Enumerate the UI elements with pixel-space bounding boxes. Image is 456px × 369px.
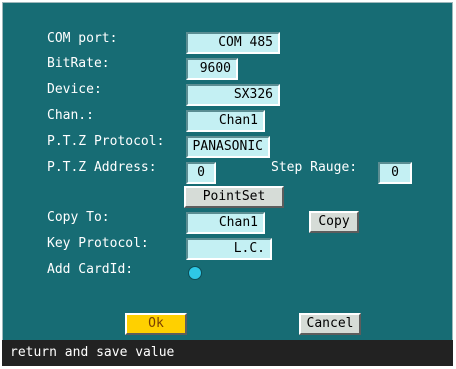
chan-label: Chan.: xyxy=(47,108,94,123)
cancel-button[interactable]: Cancel xyxy=(299,313,361,335)
key-protocol-field[interactable]: L.C. xyxy=(186,238,272,260)
copy-to-label: Copy To: xyxy=(47,210,110,225)
com-port-label: COM port: xyxy=(47,31,118,46)
status-bar: return and save value xyxy=(2,340,453,366)
device-label: Device: xyxy=(47,82,102,97)
settings-dialog: COM port: COM 485 BitRate: 9600 Device: … xyxy=(2,2,453,366)
bitrate-label: BitRate: xyxy=(47,56,110,71)
copy-button[interactable]: Copy xyxy=(309,211,359,233)
ptz-address-field[interactable]: 0 xyxy=(186,162,216,184)
bitrate-field[interactable]: 9600 xyxy=(186,58,238,80)
key-protocol-label: Key Protocol: xyxy=(47,236,149,251)
ptz-address-label: P.T.Z Address: xyxy=(47,160,157,175)
add-cardid-radio[interactable] xyxy=(188,266,202,280)
device-field[interactable]: SX326 xyxy=(186,84,280,106)
ptz-protocol-field[interactable]: PANASONIC xyxy=(186,136,270,158)
step-range-label: Step Rauge: xyxy=(271,160,358,175)
com-port-field[interactable]: COM 485 xyxy=(186,32,280,54)
ptz-protocol-label: P.T.Z Protocol: xyxy=(47,134,165,149)
pointset-button[interactable]: PointSet xyxy=(184,186,284,208)
ok-button[interactable]: Ok xyxy=(125,313,187,335)
copy-to-field[interactable]: Chan1 xyxy=(186,212,265,234)
step-range-field[interactable]: 0 xyxy=(378,162,412,184)
add-cardid-label: Add CardId: xyxy=(47,262,134,277)
chan-field[interactable]: Chan1 xyxy=(186,110,265,132)
